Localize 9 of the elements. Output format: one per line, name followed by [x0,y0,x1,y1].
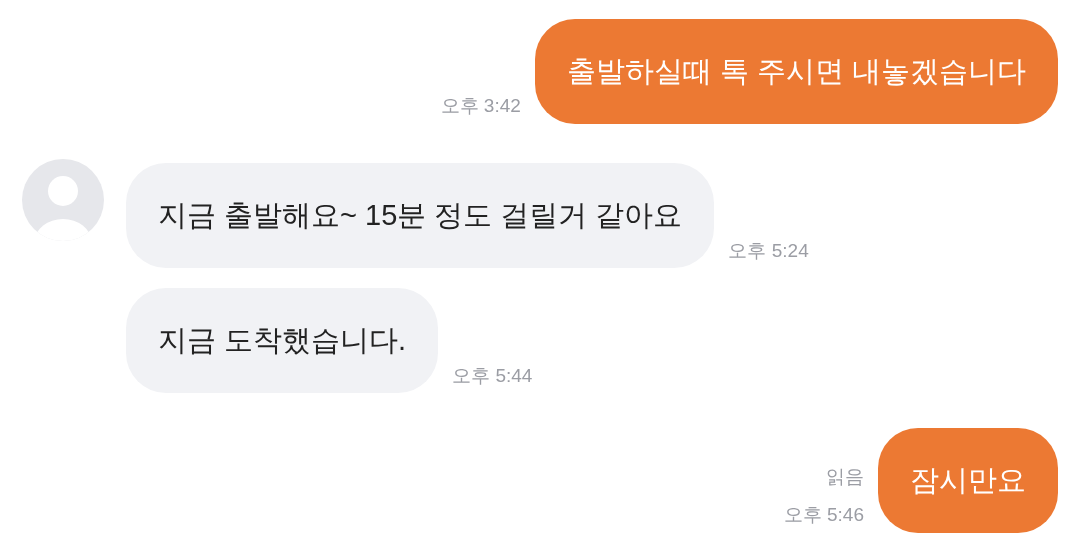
message-time: 오후 5:44 [452,365,533,386]
read-receipt: 읽음 [826,465,864,489]
message-time: 오후 3:42 [440,94,521,118]
received-message-bubble: 지금 도착했습니다. [126,288,439,393]
received-message-bubble: 지금 출발해요~ 15분 정도 걸릴거 같아요 [126,163,715,268]
sent-message-bubble: 출발하실때 톡 주시면 내놓겠습니다 [534,19,1058,124]
message-time: 오후 5:24 [728,240,809,261]
message-time: 오후 5:46 [783,503,864,527]
sent-message-bubble: 잠시만요 [878,428,1058,533]
